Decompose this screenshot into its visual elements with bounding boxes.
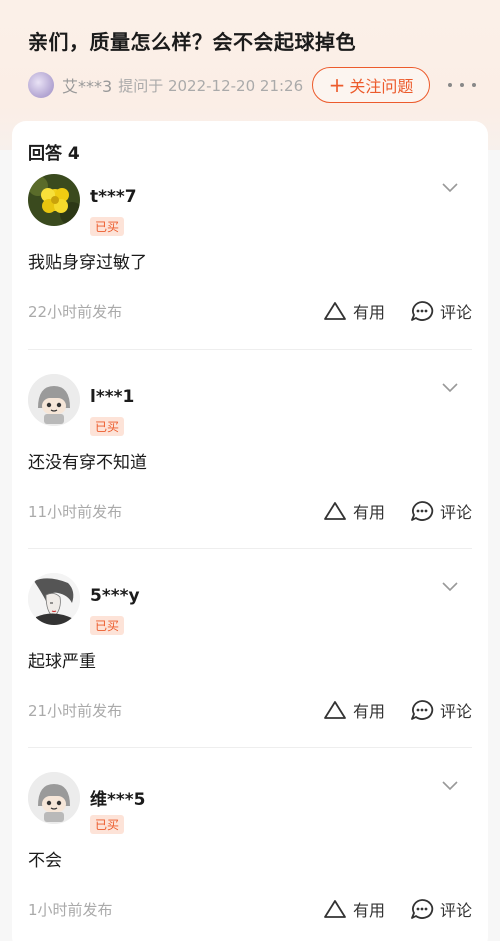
answer-time: 22小时前发布 [28,303,123,321]
user-avatar[interactable] [28,374,80,426]
comment-label: 评论 [440,901,473,920]
useful-label: 有用 [353,303,386,322]
triangle-up-icon [324,900,346,918]
purchased-badge: 已买 [90,417,125,436]
plus-icon: + [328,73,346,97]
answer-item: t***7 已买 我贴身穿过敏了 22小时前发布 有用 评论 [12,121,488,323]
follow-question-button[interactable]: + 关注问题 [312,67,430,103]
answers-card: 回答 4 t***7 已买 我贴身穿过敏了 22小时前发布 有用 评论 l***… [12,121,488,941]
triangle-up-icon [324,302,346,320]
comment-bubble-icon [411,899,434,919]
useful-label: 有用 [353,901,386,920]
username[interactable]: 5***y [90,586,140,606]
useful-button[interactable]: 有用 [323,897,385,921]
chevron-down-icon[interactable] [440,181,460,195]
answer-content: 我贴身穿过敏了 [28,253,147,273]
asker-name[interactable]: 艾***3 [62,73,112,97]
asker-info: 艾***3 提问于 2022-12-20 21:26 [28,70,303,100]
comment-button[interactable]: 评论 [410,299,472,323]
answer-time: 21小时前发布 [28,702,123,720]
more-options-icon[interactable] [448,72,476,98]
purchased-badge: 已买 [90,217,125,236]
username[interactable]: t***7 [90,187,137,207]
answer-content: 还没有穿不知道 [28,453,147,473]
comment-bubble-icon [411,501,434,521]
triangle-up-icon [324,701,346,719]
asker-avatar[interactable] [28,72,54,98]
purchased-badge: 已买 [90,815,125,834]
chevron-down-icon[interactable] [440,779,460,793]
answer-content: 不会 [28,851,62,871]
comment-bubble-icon [411,700,434,720]
user-avatar[interactable] [28,573,80,625]
useful-button[interactable]: 有用 [323,299,385,323]
answer-content: 起球严重 [28,652,96,672]
answer-item: 5***y 已买 起球严重 21小时前发布 有用 评论 [12,520,488,721]
follow-question-label: 关注问题 [349,77,414,96]
asker-meta: 提问于 2022-12-20 21:26 [118,76,304,95]
question-title: 亲们，质量怎么样？会不会起球掉色 [28,30,356,54]
answer-time: 11小时前发布 [28,503,123,521]
answer-item: 维***5 已买 不会 1小时前发布 有用 评论 [12,719,488,921]
chevron-down-icon[interactable] [440,381,460,395]
triangle-up-icon [324,502,346,520]
username[interactable]: l***1 [90,387,134,407]
answer-time: 1小时前发布 [28,901,113,919]
comment-label: 评论 [440,303,473,322]
answer-item: l***1 已买 还没有穿不知道 11小时前发布 有用 评论 [12,321,488,522]
comment-button[interactable]: 评论 [410,897,472,921]
username[interactable]: 维***5 [90,785,146,810]
purchased-badge: 已买 [90,616,125,635]
comment-bubble-icon [411,301,434,321]
user-avatar[interactable] [28,174,80,226]
chevron-down-icon[interactable] [440,580,460,594]
user-avatar[interactable] [28,772,80,824]
